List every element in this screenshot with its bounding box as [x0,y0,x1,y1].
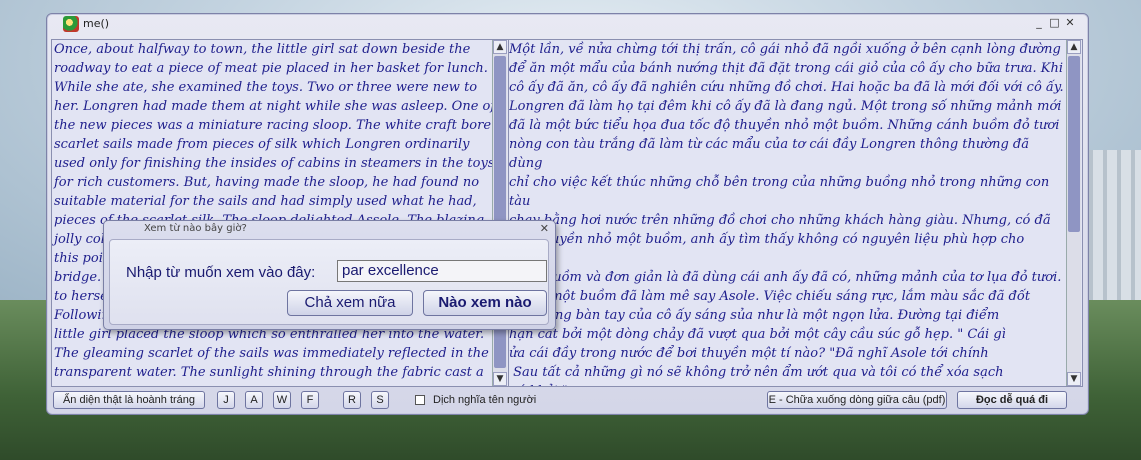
r-button[interactable]: R [343,391,361,409]
english-text: Once, about halfway to town, the little … [54,42,496,380]
a-button[interactable]: A [245,391,263,409]
dialog-close-icon[interactable]: ✕ [540,222,549,235]
bottom-toolbar: Ẩn diện thật là hoành tráng J A W F R S … [47,388,1088,412]
maximize-icon[interactable]: □ [1049,16,1061,29]
left-scrollbar[interactable]: ▲ ▼ [492,40,507,386]
window-controls: _ □ ✕ [1033,16,1076,29]
english-text-pane[interactable]: Once, about halfway to town, the little … [51,39,511,387]
word-input[interactable]: par excellence [337,260,547,282]
right-scrollbar[interactable]: ▲ ▼ [1066,40,1081,386]
fix-linebreak-button[interactable]: E - Chữa xuống dòng giữa câu (pdf) [767,391,947,409]
app-icon [63,16,79,32]
cancel-button[interactable]: Chả xem nữa [287,290,413,316]
dialog-title: Xem từ nào bây giờ? [144,223,247,234]
read-button[interactable]: Đọc dễ quá đi [957,391,1067,409]
view-button[interactable]: Nào xem nào [423,290,547,316]
s-button[interactable]: S [371,391,389,409]
window-title: me() [83,17,110,30]
minimize-icon[interactable]: _ [1033,16,1045,29]
vietnamese-text: Một lần, về nửa chừng tới thị trấn, cô g… [509,42,1064,386]
title-bar[interactable]: me() _ □ ✕ [47,14,1088,34]
scroll-down-icon[interactable]: ▼ [1067,372,1081,386]
lookup-dialog: Xem từ nào bây giờ? ✕ Nhập từ muốn xem v… [103,220,556,330]
f-button[interactable]: F [301,391,319,409]
j-button[interactable]: J [217,391,235,409]
translate-names-checkbox[interactable] [415,395,425,405]
main-window: me() _ □ ✕ Once, about halfway to town, … [46,13,1089,415]
translate-names-label: Dịch nghĩa tên người [433,394,537,406]
close-icon[interactable]: ✕ [1064,16,1076,29]
scroll-thumb[interactable] [1068,56,1080,232]
scroll-up-icon[interactable]: ▲ [493,40,507,54]
scroll-up-icon[interactable]: ▲ [1067,40,1081,54]
scroll-down-icon[interactable]: ▼ [493,372,507,386]
vietnamese-text-pane[interactable]: Một lần, về nửa chừng tới thị trấn, cô g… [508,39,1083,387]
w-button[interactable]: W [273,391,291,409]
dialog-body: Nhập từ muốn xem vào đây: par excellence… [109,239,549,325]
word-input-label: Nhập từ muốn xem vào đây: [126,264,316,281]
anh-dien-button[interactable]: Ẩn diện thật là hoành tráng [53,391,205,409]
